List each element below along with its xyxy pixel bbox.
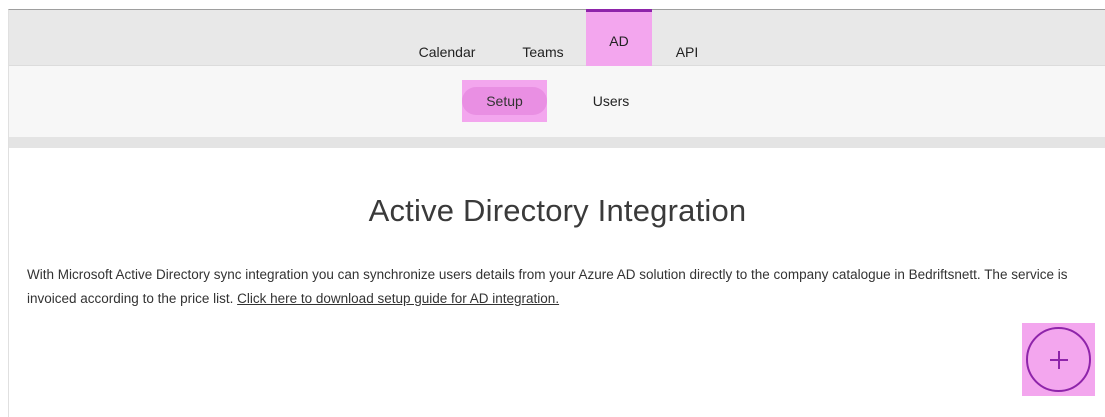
page-title: Active Directory Integration: [368, 193, 747, 228]
plus-icon: [1049, 350, 1068, 369]
integration-description: With Microsoft Active Directory sync int…: [27, 263, 1102, 311]
sub-navigation-divider: [9, 137, 1105, 148]
add-button-highlight: [1022, 323, 1095, 396]
setup-guide-link[interactable]: Click here to download setup guide for A…: [237, 291, 559, 306]
subtab-setup-label: Setup: [462, 87, 547, 115]
subtab-users[interactable]: Users: [579, 80, 643, 122]
sub-navigation: [9, 66, 1105, 137]
tab-ad-label: AD: [609, 33, 629, 49]
subtab-setup[interactable]: Setup: [462, 80, 547, 122]
app-frame: Calendar Teams AD API Setup Users Active…: [8, 9, 1105, 417]
tab-ad[interactable]: AD: [586, 9, 652, 67]
subtab-users-label: Users: [592, 93, 630, 109]
add-integration-button[interactable]: [1026, 327, 1091, 392]
